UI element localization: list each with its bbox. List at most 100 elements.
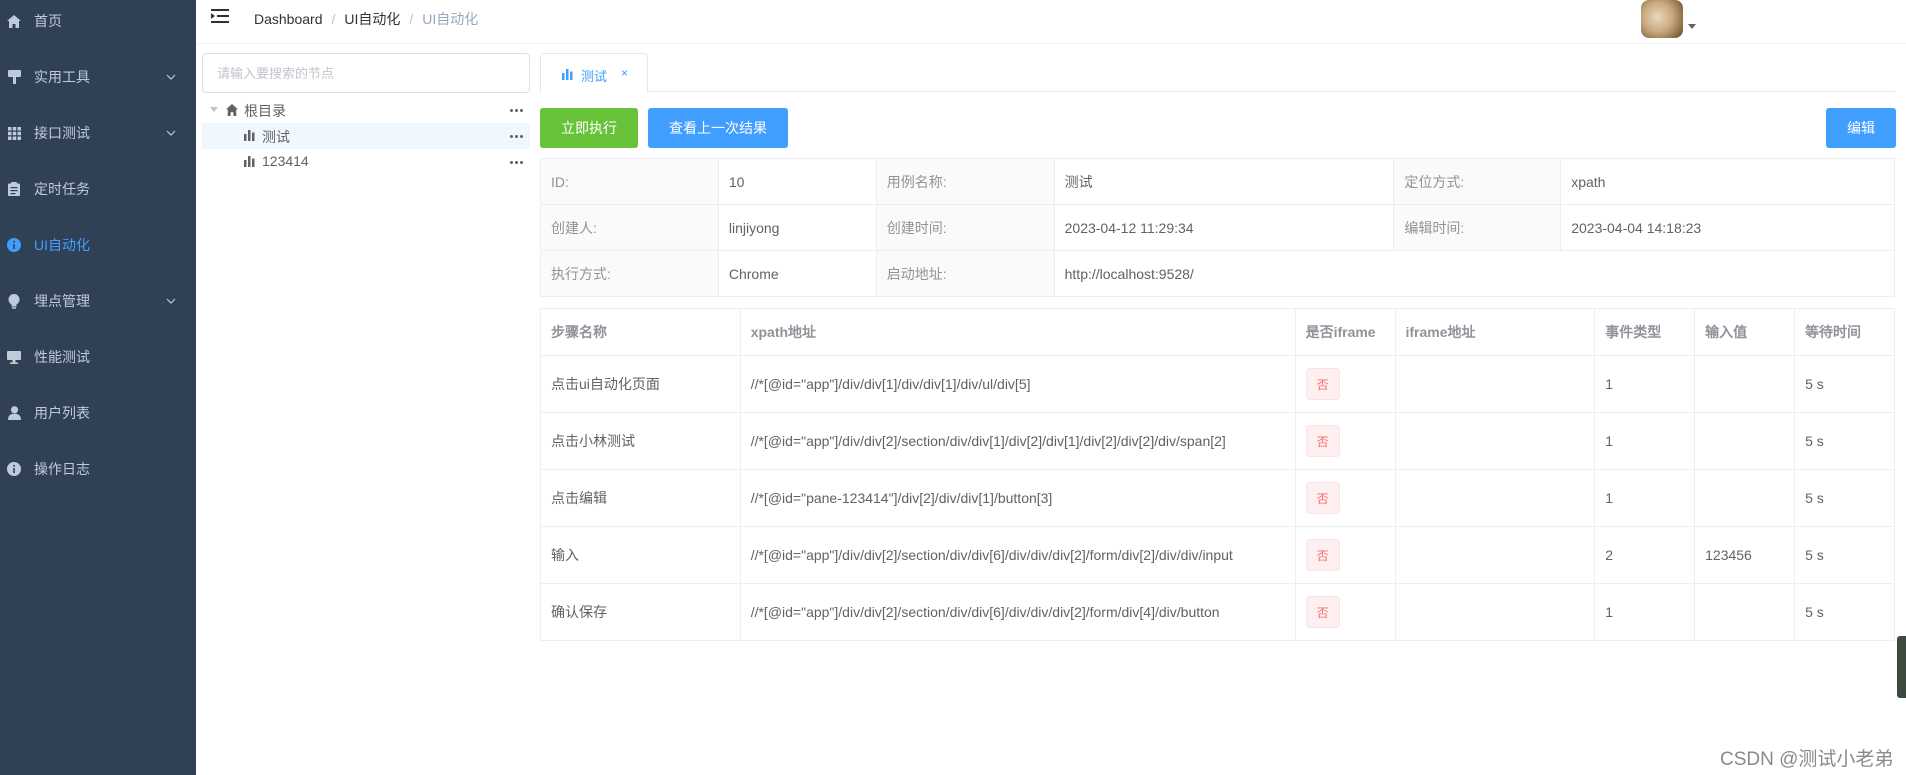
- step-name-cell: 输入: [540, 526, 741, 584]
- xpath-cell: //*[@id="app"]/div/div[1]/div/div[1]/div…: [739, 355, 1296, 413]
- exec-method-label: 执行方式:: [540, 250, 719, 297]
- avatar[interactable]: [1641, 0, 1683, 38]
- exec-method-value: Chrome: [717, 250, 877, 297]
- sidebar-item-label: 操作日志: [34, 461, 90, 477]
- scrollbar-handle[interactable]: [1897, 636, 1906, 698]
- sidebar-item-label: 定时任务: [34, 181, 90, 197]
- iframe-tag: 否: [1305, 482, 1340, 514]
- monitor-icon: [6, 349, 22, 365]
- sidebar-item-ui-automation[interactable]: UI自动化: [0, 217, 196, 273]
- iframe-tag: 否: [1305, 596, 1340, 628]
- input-value-cell: 123456: [1694, 526, 1796, 584]
- xpath-cell: //*[@id="app"]/div/div[2]/section/div/di…: [739, 412, 1296, 470]
- tree-node-test[interactable]: 测试: [202, 123, 530, 149]
- iframe-url-cell: [1394, 412, 1596, 470]
- wait-time-cell: 5 s: [1794, 355, 1895, 413]
- step-name-cell: 点击ui自动化页面: [540, 355, 741, 413]
- sidebar-item-users[interactable]: 用户列表: [0, 385, 196, 441]
- iframe-url-cell: [1394, 469, 1596, 527]
- caret-down-icon[interactable]: [1688, 24, 1696, 29]
- info-circle-icon: [6, 237, 22, 253]
- chevron-down-icon: [166, 74, 176, 80]
- iframe-cell: 否: [1294, 469, 1396, 527]
- sidebar-item-tools[interactable]: 实用工具: [0, 49, 196, 105]
- column-header: 是否iframe: [1294, 308, 1396, 356]
- breadcrumb-item-dashboard[interactable]: Dashboard: [254, 11, 323, 27]
- column-header: iframe地址: [1394, 308, 1596, 356]
- iframe-cell: 否: [1294, 583, 1396, 641]
- chevron-down-icon: [166, 130, 176, 136]
- column-header: xpath地址: [739, 308, 1296, 356]
- breadcrumb: Dashboard / UI自动化 / UI自动化: [254, 9, 478, 29]
- event-type-cell: 1: [1594, 583, 1696, 641]
- hamburger-menu-icon[interactable]: [211, 8, 231, 26]
- table-row: 确认保存 //*[@id="app"]/div/div[2]/section/d…: [540, 583, 1895, 641]
- tab-test[interactable]: 测试 ×: [540, 53, 648, 93]
- sidebar-item-label: 接口测试: [34, 125, 90, 141]
- sidebar-item-label: UI自动化: [34, 237, 90, 253]
- tree-node-123414[interactable]: 123414: [202, 149, 530, 175]
- breadcrumb-separator: /: [409, 11, 414, 27]
- caret-down-icon[interactable]: [210, 107, 218, 112]
- home-icon: [226, 104, 238, 116]
- view-last-result-button[interactable]: 查看上一次结果: [648, 108, 788, 148]
- tools-icon: [6, 69, 22, 85]
- id-value: 10: [717, 158, 877, 205]
- sidebar-item-performance[interactable]: 性能测试: [0, 329, 196, 385]
- case-name-label: 用例名称:: [875, 158, 1055, 205]
- user-icon: [6, 405, 22, 421]
- sidebar-item-label: 埋点管理: [34, 293, 90, 309]
- iframe-cell: 否: [1294, 355, 1396, 413]
- bar-chart-icon: [562, 69, 573, 80]
- more-icon[interactable]: [510, 155, 526, 169]
- edit-time-label: 编辑时间:: [1393, 204, 1562, 251]
- table-row: 点击编辑 //*[@id="pane-123414"]/div[2]/div/d…: [540, 469, 1895, 527]
- bulb-icon: [6, 293, 22, 309]
- sidebar: 首页 实用工具 接口测试 定时任务 UI自动化 埋点管理 性能测试 用户列表 操…: [0, 0, 196, 775]
- iframe-url-cell: [1394, 355, 1596, 413]
- xpath-cell: //*[@id="pane-123414"]/div[2]/div/div[1]…: [739, 469, 1296, 527]
- breadcrumb-item-ui-automation[interactable]: UI自动化: [344, 9, 400, 29]
- close-icon[interactable]: ×: [621, 66, 628, 80]
- edit-button[interactable]: 编辑: [1826, 108, 1896, 148]
- creator-value: linjiyong: [717, 204, 877, 251]
- wait-time-cell: 5 s: [1794, 469, 1895, 527]
- column-header: 输入值: [1694, 308, 1796, 356]
- iframe-url-cell: [1394, 583, 1596, 641]
- more-icon[interactable]: [510, 129, 526, 143]
- event-type-cell: 1: [1594, 469, 1696, 527]
- column-header: 等待时间: [1794, 308, 1895, 356]
- step-name-cell: 点击小林测试: [540, 412, 741, 470]
- breadcrumb-separator: /: [331, 11, 336, 27]
- event-type-cell: 2: [1594, 526, 1696, 584]
- case-name-value: 测试: [1053, 158, 1395, 205]
- tree-node-label: 123414: [262, 153, 309, 169]
- sidebar-item-label: 性能测试: [34, 349, 90, 365]
- xpath-cell: //*[@id="app"]/div/div[2]/section/div/di…: [739, 526, 1296, 584]
- bar-chart-icon: [244, 130, 255, 141]
- sidebar-item-label: 用户列表: [34, 405, 90, 421]
- tree-node-label: 测试: [262, 129, 290, 145]
- steps-table: 步骤名称 xpath地址 是否iframe iframe地址 事件类型 输入值 …: [540, 308, 1895, 641]
- start-url-value: http://localhost:9528/: [1053, 250, 1896, 297]
- sidebar-item-api-test[interactable]: 接口测试: [0, 105, 196, 161]
- xpath-cell: //*[@id="app"]/div/div[2]/section/div/di…: [739, 583, 1296, 641]
- sidebar-item-label: 实用工具: [34, 69, 90, 85]
- sidebar-item-home[interactable]: 首页: [0, 0, 196, 49]
- column-header: 步骤名称: [540, 308, 741, 356]
- wait-time-cell: 5 s: [1794, 526, 1895, 584]
- tree-node-root[interactable]: 根目录: [202, 97, 530, 123]
- breadcrumb-item-current: UI自动化: [422, 11, 479, 27]
- iframe-tag: 否: [1305, 425, 1340, 457]
- tab-bar-divider: [540, 91, 1895, 92]
- sidebar-item-operation-log[interactable]: 操作日志: [0, 441, 196, 497]
- tree-search-input[interactable]: [202, 53, 530, 93]
- wait-time-cell: 5 s: [1794, 583, 1895, 641]
- more-icon[interactable]: [510, 103, 526, 117]
- sidebar-item-scheduled-tasks[interactable]: 定时任务: [0, 161, 196, 217]
- table-row: 点击小林测试 //*[@id="app"]/div/div[2]/section…: [540, 412, 1895, 470]
- locate-method-value: xpath: [1560, 158, 1895, 205]
- sidebar-item-tracking[interactable]: 埋点管理: [0, 273, 196, 329]
- run-now-button[interactable]: 立即执行: [540, 108, 638, 148]
- event-type-cell: 1: [1594, 355, 1696, 413]
